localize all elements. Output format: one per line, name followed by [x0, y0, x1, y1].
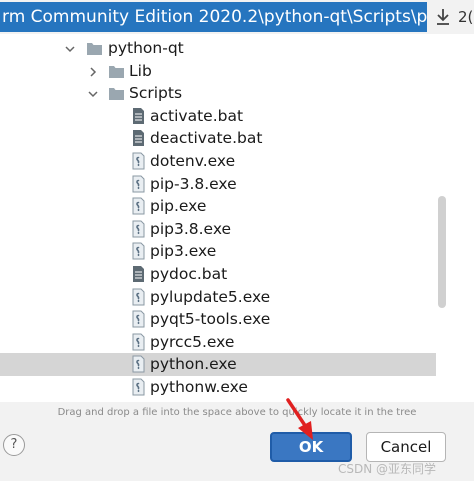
tree-file-row[interactable]: python.exe	[0, 353, 436, 376]
folder-icon	[109, 65, 124, 78]
drag-drop-hint: Drag and drop a file into the space abov…	[57, 407, 417, 418]
ok-button[interactable]: OK	[270, 432, 352, 462]
tree-item-label: pip-3.8.exe	[150, 174, 237, 193]
executable-file-icon	[132, 355, 145, 373]
download-button[interactable]	[430, 3, 456, 31]
tree-item-label: activate.bat	[150, 106, 244, 125]
tree-item-label: pip3.8.exe	[150, 219, 232, 238]
tree-file-row[interactable]: pip3.exe	[0, 240, 436, 263]
tree-item-label: dotenv.exe	[150, 152, 236, 170]
tree-file-row[interactable]: activate.bat	[0, 105, 436, 128]
chevron-down-icon[interactable]	[64, 43, 76, 55]
executable-file-icon	[132, 310, 145, 328]
tree-scrollbar-thumb[interactable]	[438, 196, 446, 308]
tree-item-label: python.exe	[150, 355, 237, 374]
tree-item-label: Lib	[129, 61, 152, 80]
tree-item-label: deactivate.bat	[150, 129, 263, 148]
path-bar: rm Community Edition 2020.2\python-qt\Sc…	[0, 0, 474, 34]
folder-icon	[109, 88, 124, 101]
tree-item-label: pyqt5-tools.exe	[150, 310, 271, 329]
tree-item-label: pylupdate5.exe	[150, 287, 271, 306]
executable-file-icon	[132, 175, 145, 193]
tree-item-label: pip.exe	[150, 197, 207, 216]
tree-file-row[interactable]: pydoc.bat	[0, 263, 436, 286]
executable-file-icon	[132, 152, 145, 170]
tree-item-label: pyrcc5.exe	[150, 332, 235, 351]
tree-folder-row[interactable]: Scripts	[0, 82, 436, 105]
file-tree[interactable]: python-qt Lib Scripts activate.bat deactivat…	[0, 34, 474, 402]
tree-item-label: pip3.exe	[150, 242, 217, 261]
download-icon	[437, 9, 449, 25]
tree-file-row[interactable]: pyqt5-tools.exe	[0, 308, 436, 331]
tree-item-label: python-qt	[108, 39, 184, 57]
path-history-button[interactable]: 2(	[458, 3, 474, 31]
text-file-icon	[133, 130, 144, 147]
folder-icon	[87, 43, 102, 55]
tree-file-row[interactable]: pip.exe	[0, 195, 436, 218]
tree-file-row[interactable]: dotenv.exe	[0, 150, 436, 173]
path-input[interactable]: rm Community Edition 2020.2\python-qt\Sc…	[0, 2, 427, 32]
watermark: CSDN @亚东同学	[338, 462, 437, 476]
executable-file-icon	[132, 197, 145, 215]
tree-file-row[interactable]: deactivate.bat	[0, 127, 436, 150]
chevron-down-icon[interactable]	[87, 88, 99, 100]
tree-folder-row[interactable]: python-qt	[0, 37, 436, 60]
tree-item-label: Scripts	[129, 84, 183, 103]
tree-file-row[interactable]: pythonw.exe	[0, 376, 436, 399]
tree-item-label: pythonw.exe	[150, 378, 248, 396]
executable-file-icon	[132, 333, 145, 351]
executable-file-icon	[132, 220, 145, 238]
executable-file-icon	[132, 288, 145, 306]
chevron-right-icon[interactable]	[87, 66, 99, 78]
tree-file-row[interactable]: pylupdate5.exe	[0, 286, 436, 309]
tree-item-label: pydoc.bat	[150, 265, 228, 283]
help-button[interactable]: ?	[3, 434, 25, 456]
tree-file-row[interactable]: pip-3.8.exe	[0, 173, 436, 196]
executable-file-icon	[132, 242, 145, 260]
tree-file-row[interactable]: pip3.8.exe	[0, 218, 436, 241]
tree-folder-row[interactable]: Lib	[0, 60, 436, 83]
executable-file-icon	[132, 378, 145, 396]
cancel-button[interactable]: Cancel	[366, 432, 446, 462]
text-file-icon	[133, 107, 144, 124]
tree-file-row[interactable]: pyrcc5.exe	[0, 331, 436, 354]
text-file-icon	[133, 266, 144, 282]
